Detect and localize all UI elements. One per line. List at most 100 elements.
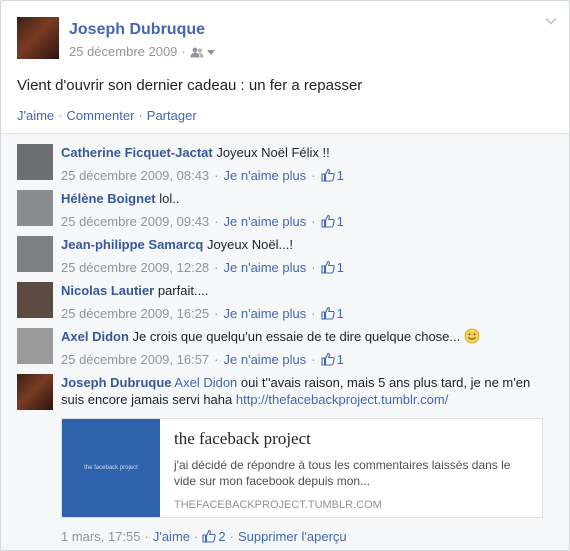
meta-separator: · [229, 529, 234, 544]
like-button[interactable]: J'aime [17, 108, 54, 123]
url-link[interactable]: http://thefacebackproject.tumblr.com/ [236, 392, 448, 407]
comment-body: Catherine Ficquet-Jactat Joyeux Noël Fél… [61, 144, 547, 184]
comment-text: Joyeux Noël...! [206, 237, 293, 252]
like-count: 1 [336, 214, 344, 229]
commenter-avatar[interactable] [17, 236, 53, 272]
like-counter[interactable]: 1 [321, 352, 344, 367]
audience-selector[interactable] [190, 44, 215, 59]
meta-separator: · [311, 352, 316, 367]
smiley-emoji-icon [464, 328, 480, 344]
meta-separator: · [214, 352, 219, 367]
comment-date[interactable]: 25 décembre 2009, 12:28 [61, 260, 209, 275]
commenter-avatar[interactable] [17, 190, 53, 226]
thumbs-up-icon [321, 168, 335, 182]
comment-meta: 25 décembre 2009, 12:28 · Je n'aime plus · 1 [61, 259, 547, 276]
post-meta: 25 décembre 2009 · [69, 44, 215, 59]
commenter-avatar[interactable] [17, 374, 53, 410]
remove-preview-button[interactable]: Supprimer l'aperçu [238, 529, 347, 544]
thumbs-up-icon [321, 352, 335, 366]
unlike-button[interactable]: Je n'aime plus [224, 168, 307, 183]
comment-text: Joyeux Noël Félix !! [216, 145, 330, 160]
post-date[interactable]: 25 décembre 2009 [69, 44, 177, 59]
post-card: Joseph Dubruque 25 décembre 2009 · Vient … [0, 0, 570, 551]
like-count: 1 [336, 306, 344, 321]
meta-separator: · [214, 168, 219, 183]
comment-text: Je crois que quelqu'un essaie de te dire… [132, 329, 461, 344]
author-name[interactable]: Joseph Dubruque [69, 21, 205, 39]
like-button[interactable]: J'aime [153, 529, 190, 544]
comment-date[interactable]: 25 décembre 2009, 09:43 [61, 214, 209, 229]
preview-title[interactable]: the faceback project [174, 429, 311, 449]
thumbs-up-icon [202, 529, 217, 543]
comment-meta: 25 décembre 2009, 09:43 · Je n'aime plus · 1 [61, 213, 547, 230]
commenter-name[interactable]: Catherine Ficquet-Jactat [61, 145, 213, 160]
share-button[interactable]: Partager [147, 108, 197, 123]
preview-description: j'ai décidé de répondre à tous les comme… [174, 458, 511, 488]
thumbs-up-icon [321, 214, 335, 228]
post-text: Vient d'ouvrir son dernier cadeau : un f… [17, 77, 363, 94]
thumbs-up-icon [321, 260, 335, 274]
like-count: 2 [218, 529, 226, 544]
thumbs-up-icon [321, 306, 335, 320]
meta-separator: · [311, 260, 316, 275]
meta-separator: · [311, 306, 316, 321]
mention-link[interactable]: Axel Didon [174, 375, 237, 390]
like-counter[interactable]: 1 [321, 260, 344, 275]
comment-date[interactable]: 25 décembre 2009, 16:57 [61, 352, 209, 367]
chevron-down-icon[interactable] [545, 15, 557, 27]
commenter-name[interactable]: Joseph Dubruque [61, 375, 172, 390]
comment-button[interactable]: Commenter [67, 108, 135, 123]
meta-separator: · [214, 260, 219, 275]
caret-down-icon [206, 50, 215, 56]
post-actions: J'aime · Commenter · Partager [17, 108, 197, 123]
comment-body: Jean-philippe Samarcq Joyeux Noël...! 25… [61, 236, 547, 276]
unlike-button[interactable]: Je n'aime plus [224, 214, 307, 229]
comment-meta: 1 mars, 17:55 · J'aime · 2 · Supprimer l'aperç… [61, 529, 347, 544]
comment-date[interactable]: 25 décembre 2009, 08:43 [61, 168, 209, 183]
like-counter[interactable]: 1 [321, 214, 344, 229]
author-avatar[interactable] [17, 17, 59, 59]
unlike-button[interactable]: Je n'aime plus [224, 260, 307, 275]
unlike-button[interactable]: Je n'aime plus [224, 352, 307, 367]
comment-body: Joseph Dubruque Axel Didon oui t''avais … [61, 374, 547, 408]
meta-separator: · [181, 44, 186, 59]
like-count: 1 [336, 260, 344, 275]
meta-separator: · [194, 529, 199, 544]
comment-date[interactable]: 25 décembre 2009, 16:25 [61, 306, 209, 321]
commenter-name[interactable]: Hélène Boignet [61, 191, 156, 206]
comment-text: lol.. [159, 191, 180, 206]
action-separator: · [138, 108, 143, 123]
like-counter[interactable]: 1 [321, 168, 344, 183]
meta-separator: · [214, 214, 219, 229]
like-counter[interactable]: 2 [202, 529, 226, 544]
link-preview-card[interactable]: the faceback project the faceback projec… [61, 418, 543, 518]
commenter-avatar[interactable] [17, 282, 53, 318]
comment-meta: 25 décembre 2009, 16:57 · Je n'aime plus · 1 [61, 351, 547, 368]
meta-separator: · [144, 529, 149, 544]
like-count: 1 [336, 352, 344, 367]
commenter-name[interactable]: Nicolas Lautier [61, 283, 154, 298]
commenter-avatar[interactable] [17, 144, 53, 180]
commenter-name[interactable]: Jean-philippe Samarcq [61, 237, 203, 252]
thumbnail-text: the faceback project [84, 465, 138, 471]
comment-date[interactable]: 1 mars, 17:55 [61, 529, 141, 544]
post-header: Joseph Dubruque 25 décembre 2009 · [17, 17, 557, 65]
comment-meta: 25 décembre 2009, 16:25 · Je n'aime plus · 1 [61, 305, 547, 322]
comment-meta: 25 décembre 2009, 08:43 · Je n'aime plus · 1 [61, 167, 547, 184]
like-counter[interactable]: 1 [321, 306, 344, 321]
friends-icon [190, 47, 204, 58]
preview-thumbnail[interactable]: the faceback project [62, 419, 160, 517]
meta-separator: · [214, 306, 219, 321]
comment-body: Hélène Boignet lol.. 25 décembre 2009, 0… [61, 190, 547, 230]
comment-body: Nicolas Lautier parfait.... 25 décembre … [61, 282, 547, 322]
unlike-button[interactable]: Je n'aime plus [224, 306, 307, 321]
commenter-name[interactable]: Axel Didon [61, 329, 129, 344]
comment-text: parfait.... [157, 283, 209, 298]
meta-separator: · [311, 168, 316, 183]
meta-separator: · [311, 214, 316, 229]
like-count: 1 [336, 168, 344, 183]
action-separator: · [58, 108, 63, 123]
commenter-avatar[interactable] [17, 328, 53, 364]
preview-domain: THEFACEBACKPROJECT.TUMBLR.COM [174, 499, 382, 511]
comment-body: Axel Didon Je crois que quelqu'un essaie… [61, 328, 547, 368]
